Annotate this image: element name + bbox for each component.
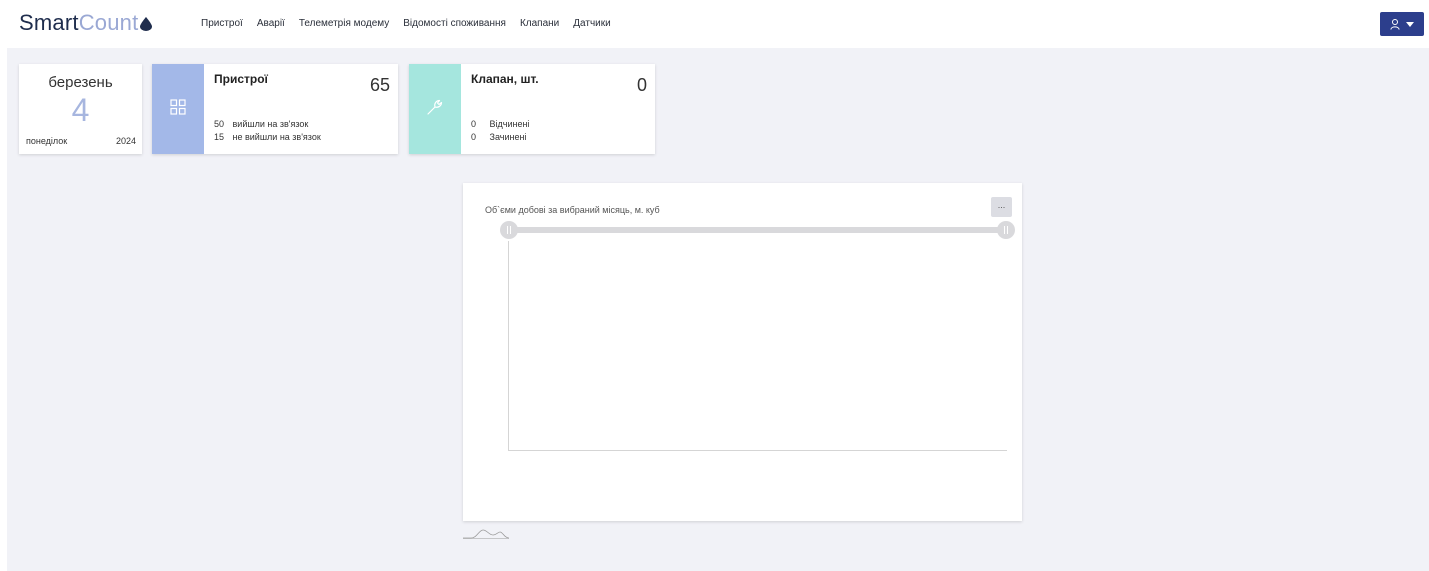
devices-total: 65	[369, 75, 390, 95]
nav-alarms[interactable]: Аварії	[257, 18, 285, 29]
valves-title: Клапан, шт.	[471, 72, 539, 86]
valves-card[interactable]: Клапан, шт. 0 0 Відчинені 0 Зачинені	[409, 64, 655, 154]
valves-closed-count: 0	[471, 132, 477, 142]
top-navbar: SmartCount Пристрої Аварії Телеметрія мо…	[0, 0, 1429, 48]
app-logo[interactable]: SmartCount	[19, 10, 153, 36]
date-month: березень	[48, 74, 113, 91]
devices-online-label: вийшли на зв'язок	[232, 119, 309, 129]
valves-open-row: 0 Відчинені	[471, 119, 529, 129]
main-nav: Пристрої Аварії Телеметрія модему Відомо…	[201, 18, 611, 29]
nav-sensors[interactable]: Датчики	[573, 18, 610, 29]
daily-volume-chart-panel: Об`єми добові за вибраний місяць, м. куб…	[463, 183, 1022, 521]
devices-offline-row: 15 не вийшли на зв'язок	[214, 132, 321, 142]
nav-modem-telemetry[interactable]: Телеметрія модему	[299, 18, 389, 29]
chart-type-sparkline-icon[interactable]	[463, 526, 510, 544]
logo-text-smart: Smart	[19, 10, 79, 35]
devices-offline-count: 15	[214, 132, 225, 142]
nav-consumption-reports[interactable]: Відомості споживання	[403, 18, 506, 29]
date-weekday: понеділок	[26, 136, 68, 146]
user-icon	[1390, 18, 1400, 30]
valves-icon-panel	[409, 64, 461, 154]
nav-valves[interactable]: Клапани	[520, 18, 559, 29]
devices-title: Пристрої	[214, 72, 268, 86]
date-year: 2024	[115, 136, 136, 146]
chart-plot-area	[508, 241, 1007, 451]
devices-online-row: 50 вийшли на зв'язок	[214, 119, 308, 129]
valves-total: 0	[636, 75, 647, 95]
valves-closed-row: 0 Зачинені	[471, 132, 526, 142]
chart-menu-button[interactable]: ...	[991, 197, 1012, 217]
devices-icon-panel	[152, 64, 204, 154]
water-drop-icon	[140, 11, 153, 31]
grid-icon	[170, 98, 186, 120]
chevron-down-icon	[1406, 21, 1414, 27]
range-slider-track[interactable]	[505, 227, 1007, 233]
range-slider-handle-right[interactable]	[997, 221, 1015, 239]
valves-closed-label: Зачинені	[489, 132, 527, 142]
devices-card[interactable]: Пристрої 65 50 вийшли на зв'язок 15 не в…	[152, 64, 398, 154]
user-menu-button[interactable]	[1380, 12, 1424, 36]
dashboard-content: березень 4 понеділок 2024 Пристрої 65 50…	[7, 48, 1429, 571]
valves-open-label: Відчинені	[489, 119, 530, 129]
date-card: березень 4 понеділок 2024	[19, 64, 142, 154]
range-slider-handle-left[interactable]	[500, 221, 518, 239]
wrench-icon	[426, 98, 444, 121]
devices-online-count: 50	[214, 119, 225, 129]
valves-open-count: 0	[471, 119, 477, 129]
devices-offline-label: не вийшли на зв'язок	[232, 132, 321, 142]
logo-text-count: Count	[78, 10, 139, 35]
chart-title: Об`єми добові за вибраний місяць, м. куб	[485, 205, 660, 215]
nav-devices[interactable]: Пристрої	[201, 18, 243, 29]
date-day: 4	[71, 92, 90, 128]
